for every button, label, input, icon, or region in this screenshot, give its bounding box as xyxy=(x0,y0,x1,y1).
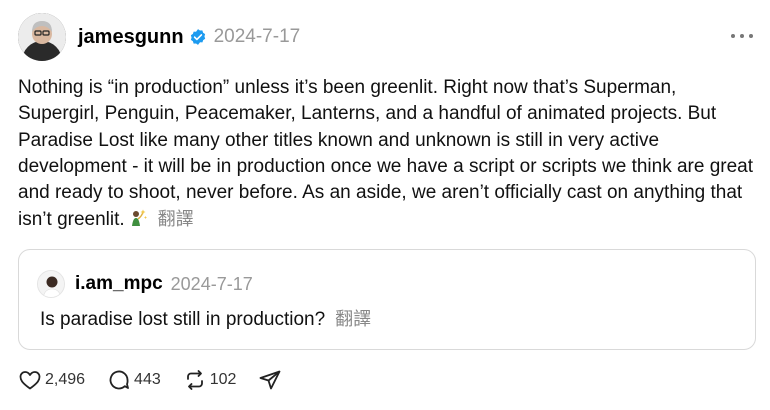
quote-timestamp[interactable]: 2024-7-17 xyxy=(171,274,253,295)
avatar[interactable] xyxy=(18,13,66,61)
repost-button[interactable]: 102 xyxy=(183,368,237,392)
like-count: 2,496 xyxy=(45,371,86,388)
comment-count: 443 xyxy=(134,371,161,388)
post-body: Nothing is “in production” unless it’s b… xyxy=(18,75,758,234)
dot-icon xyxy=(749,34,753,38)
like-button[interactable]: 2,496 xyxy=(18,368,85,392)
verified-badge-icon xyxy=(189,28,207,46)
dot-icon xyxy=(731,34,735,38)
share-button[interactable] xyxy=(258,368,282,392)
comment-button[interactable]: 443 xyxy=(107,368,161,392)
post-header: jamesgunn 2024-7-17 xyxy=(18,12,758,62)
heart-icon xyxy=(19,371,41,390)
quote-username[interactable]: i.am_mpc xyxy=(75,273,163,295)
translate-link[interactable]: 翻譯 xyxy=(158,209,194,229)
sparkles-icon xyxy=(128,208,148,228)
post-username[interactable]: jamesgunn xyxy=(78,26,184,49)
dot-icon xyxy=(740,34,744,38)
thread-post: jamesgunn 2024-7-17 Nothing is “in produ… xyxy=(0,0,770,410)
more-options-button[interactable] xyxy=(728,26,756,46)
send-icon xyxy=(260,370,281,390)
post-timestamp[interactable]: 2024-7-17 xyxy=(214,26,301,48)
action-bar: 2,496 443 102 xyxy=(18,367,304,393)
post-text: Nothing is “in production” unless it’s b… xyxy=(18,77,754,231)
quote-avatar[interactable] xyxy=(37,270,65,298)
quote-text: Is paradise lost still in production? xyxy=(40,309,326,330)
comment-icon xyxy=(109,370,129,390)
quote-header: i.am_mpc 2024-7-17 xyxy=(37,270,253,298)
quote-body: Is paradise lost still in production? 翻譯 xyxy=(40,305,371,331)
repost-icon xyxy=(186,370,203,390)
quoted-post-card[interactable]: i.am_mpc 2024-7-17 Is paradise lost stil… xyxy=(18,249,756,350)
repost-count: 102 xyxy=(209,371,237,388)
quote-translate-link[interactable]: 翻譯 xyxy=(335,309,371,329)
